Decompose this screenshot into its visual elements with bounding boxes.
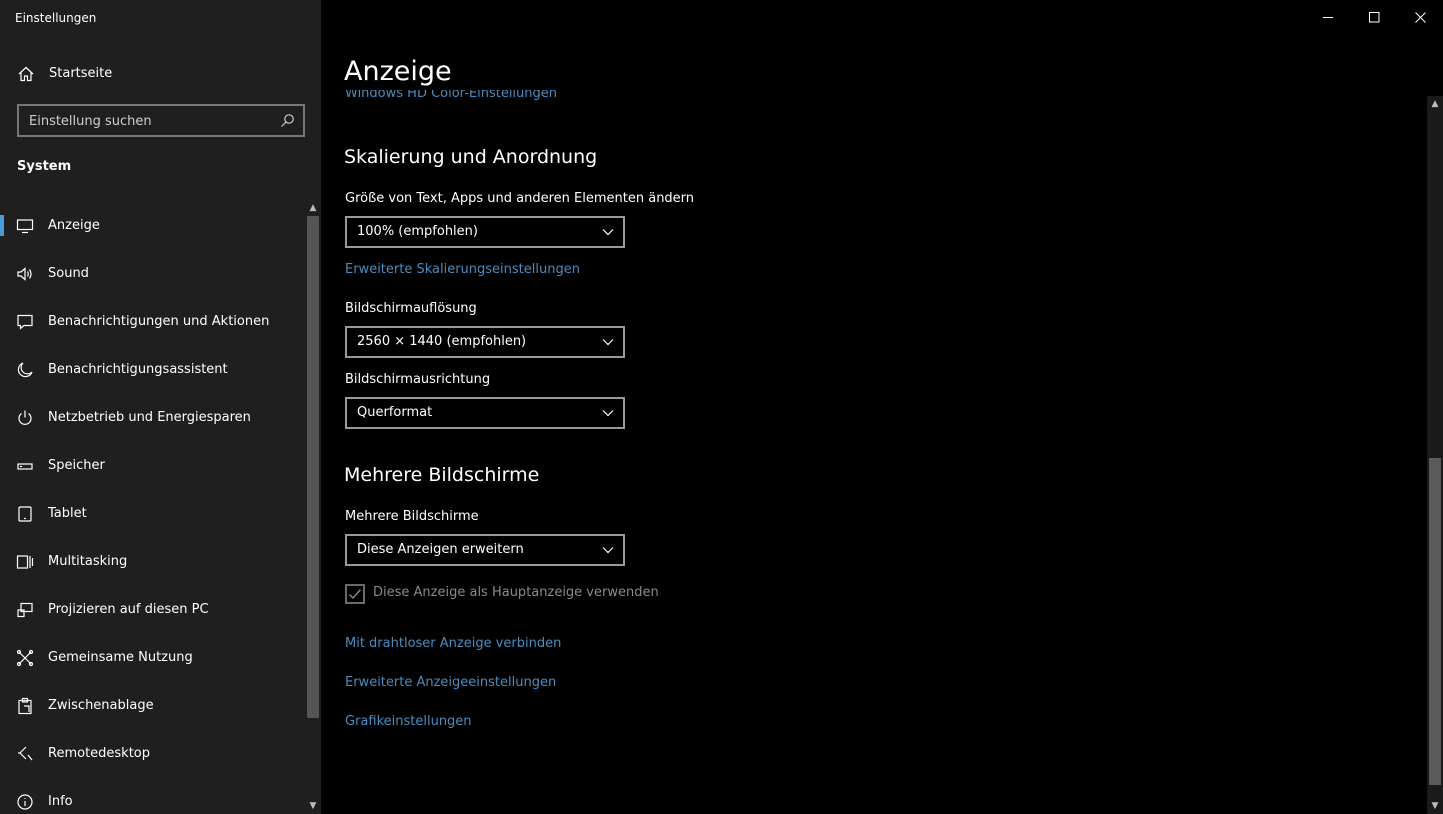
sidebar-item-tablet[interactable]: Tablet <box>0 490 306 538</box>
info-icon <box>17 794 33 810</box>
sidebar-home-label: Startseite <box>49 66 113 81</box>
sidebar-item-sound[interactable]: Sound <box>0 250 306 298</box>
orientation-dropdown-value: Querformat <box>357 405 433 420</box>
multi-display-label: Mehrere Bildschirme <box>345 509 479 524</box>
sidebar-item-gemeinsame-nutzung[interactable]: Gemeinsame Nutzung <box>0 634 306 682</box>
sidebar-item-label: Info <box>48 794 73 809</box>
maximize-button[interactable] <box>1351 0 1397 34</box>
multi-display-dropdown[interactable]: Diese Anzeigen erweitern <box>345 534 625 566</box>
storage-icon <box>17 463 33 470</box>
sidebar-item-benachrichtigungsassistent[interactable]: Benachrichtigungsassistent <box>0 346 306 394</box>
sidebar-item-label: Multitasking <box>48 554 128 569</box>
sidebar-item-netzbetrieb[interactable]: Netzbetrieb und Energiesparen <box>0 394 306 442</box>
sidebar-item-label: Gemeinsame Nutzung <box>48 650 193 665</box>
minimize-button[interactable] <box>1305 0 1351 34</box>
sidebar-item-label: Projizieren auf diesen PC <box>48 602 209 617</box>
chevron-down-icon <box>602 339 614 346</box>
search-box[interactable] <box>17 104 305 137</box>
resolution-label: Bildschirmauflösung <box>345 301 477 316</box>
sidebar-item-label: Benachrichtigungsassistent <box>48 362 228 377</box>
main-content: Anzeige Windows HD Color-Einstellungen S… <box>321 0 1443 814</box>
sidebar-item-multitasking[interactable]: Multitasking <box>0 538 306 586</box>
advanced-display-link[interactable]: Erweiterte Anzeigeeinstellungen <box>345 675 556 690</box>
main-display-checkbox-label: Diese Anzeige als Hauptanzeige verwenden <box>373 585 659 600</box>
sidebar-item-zwischenablage[interactable]: Zwischenablage <box>0 682 306 730</box>
chevron-down-icon <box>602 547 614 554</box>
hd-color-link[interactable]: Windows HD Color-Einstellungen <box>345 90 557 102</box>
maximize-icon <box>1368 11 1379 22</box>
monitor-icon <box>16 219 34 234</box>
orientation-dropdown[interactable]: Querformat <box>345 397 625 429</box>
main-scrollbar-thumb[interactable] <box>1429 458 1441 785</box>
moon-icon <box>17 362 33 378</box>
sidebar-item-label: Sound <box>48 266 89 281</box>
sidebar-item-projizieren[interactable]: Projizieren auf diesen PC <box>0 586 306 634</box>
sidebar-item-anzeige[interactable]: Anzeige <box>0 202 306 250</box>
main-display-checkbox[interactable] <box>345 584 365 604</box>
size-label: Größe von Text, Apps und anderen Element… <box>345 191 695 206</box>
section-title: System <box>17 159 72 174</box>
multitasking-icon <box>16 555 34 569</box>
close-icon <box>1414 11 1426 23</box>
sidebar-home[interactable]: Startseite <box>0 52 321 96</box>
sidebar-item-label: Benachrichtigungen und Aktionen <box>48 314 270 329</box>
scroll-down-icon[interactable]: ▼ <box>307 800 319 812</box>
main-scrollbar[interactable]: ▲ ▼ <box>1427 96 1443 814</box>
sidebar-item-label: Zwischenablage <box>48 698 154 713</box>
sidebar: Einstellungen Startseite System Anzeige … <box>0 0 321 814</box>
checkmark-icon <box>349 589 362 600</box>
multi-display-heading: Mehrere Bildschirme <box>344 464 540 486</box>
sidebar-item-label: Netzbetrieb und Energiesparen <box>48 410 251 425</box>
chevron-down-icon <box>602 410 614 417</box>
project-icon <box>17 602 33 618</box>
scroll-down-icon[interactable]: ▼ <box>1429 800 1441 812</box>
clipboard-icon <box>18 697 32 715</box>
window-controls <box>1305 0 1443 34</box>
home-icon <box>18 66 34 82</box>
graphics-settings-link[interactable]: Grafikeinstellungen <box>345 714 472 729</box>
advanced-scaling-link[interactable]: Erweiterte Skalierungseinstellungen <box>345 262 580 277</box>
resolution-dropdown-value: 2560 × 1440 (empfohlen) <box>357 334 527 349</box>
multi-display-dropdown-value: Diese Anzeigen erweitern <box>357 542 524 557</box>
message-icon <box>17 314 33 330</box>
app-title: Einstellungen <box>15 11 97 25</box>
search-icon[interactable] <box>280 113 295 128</box>
resolution-dropdown[interactable]: 2560 × 1440 (empfohlen) <box>345 326 625 358</box>
sidebar-item-remotedesktop[interactable]: Remotedesktop <box>0 730 306 778</box>
sidebar-item-benachrichtigungen[interactable]: Benachrichtigungen und Aktionen <box>0 298 306 346</box>
scroll-up-icon[interactable]: ▲ <box>1429 98 1441 110</box>
scaling-dropdown[interactable]: 100% (empfohlen) <box>345 216 625 248</box>
speaker-icon <box>17 267 32 281</box>
sidebar-item-speicher[interactable]: Speicher <box>0 442 306 490</box>
remote-icon <box>18 746 33 761</box>
sidebar-nav: Anzeige Sound Benachrichtigungen und Akt… <box>0 202 306 814</box>
power-icon <box>18 410 32 425</box>
wireless-display-link[interactable]: Mit drahtloser Anzeige verbinden <box>345 636 561 651</box>
scaling-dropdown-value: 100% (empfohlen) <box>357 224 478 239</box>
share-icon <box>16 649 34 667</box>
sidebar-item-label: Anzeige <box>48 218 100 233</box>
tablet-icon <box>18 506 32 522</box>
minimize-icon <box>1322 16 1333 18</box>
sidebar-scrollbar-thumb[interactable] <box>307 216 319 718</box>
search-input[interactable] <box>29 112 269 130</box>
sidebar-scrollbar[interactable]: ▲ ▼ <box>305 200 321 814</box>
chevron-down-icon <box>602 229 614 236</box>
sidebar-item-label: Remotedesktop <box>48 746 151 761</box>
sidebar-item-info[interactable]: Info <box>0 778 306 814</box>
scaling-heading: Skalierung und Anordnung <box>344 146 598 168</box>
sidebar-item-label: Tablet <box>48 506 87 521</box>
scroll-up-icon[interactable]: ▲ <box>307 202 319 214</box>
orientation-label: Bildschirmausrichtung <box>345 372 491 387</box>
sidebar-item-label: Speicher <box>48 458 105 473</box>
close-button[interactable] <box>1397 0 1443 34</box>
page-title: Anzeige <box>344 56 452 87</box>
